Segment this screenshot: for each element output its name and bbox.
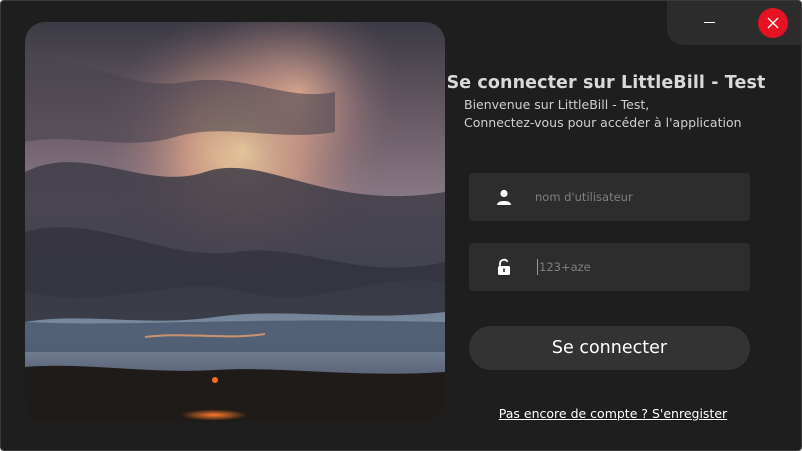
- password-input[interactable]: [537, 259, 739, 275]
- welcome-line-1: Bienvenue sur LittleBill - Test,: [464, 97, 650, 112]
- register-link[interactable]: Pas encore de compte ? S'enregister: [445, 406, 781, 421]
- close-button[interactable]: [758, 8, 788, 38]
- login-button[interactable]: Se connecter: [469, 326, 750, 370]
- welcome-line-2: Connectez-vous pour accéder à l'applicat…: [464, 115, 742, 130]
- window-controls: [667, 1, 801, 45]
- password-field[interactable]: [469, 243, 750, 291]
- page-title: Se connecter sur LittleBill - Test: [446, 73, 766, 93]
- hero-image: [25, 22, 445, 422]
- minimize-icon[interactable]: [691, 11, 727, 35]
- login-window: Se connecter sur LittleBill - Test Bienv…: [0, 0, 802, 451]
- sunset-sky-illustration: [25, 22, 445, 422]
- username-input[interactable]: [535, 173, 735, 221]
- user-icon: [497, 189, 511, 205]
- welcome-text: Bienvenue sur LittleBill - Test, Connect…: [464, 96, 764, 132]
- unlock-icon: [498, 258, 510, 275]
- close-icon: [767, 17, 779, 29]
- username-field[interactable]: [469, 173, 750, 221]
